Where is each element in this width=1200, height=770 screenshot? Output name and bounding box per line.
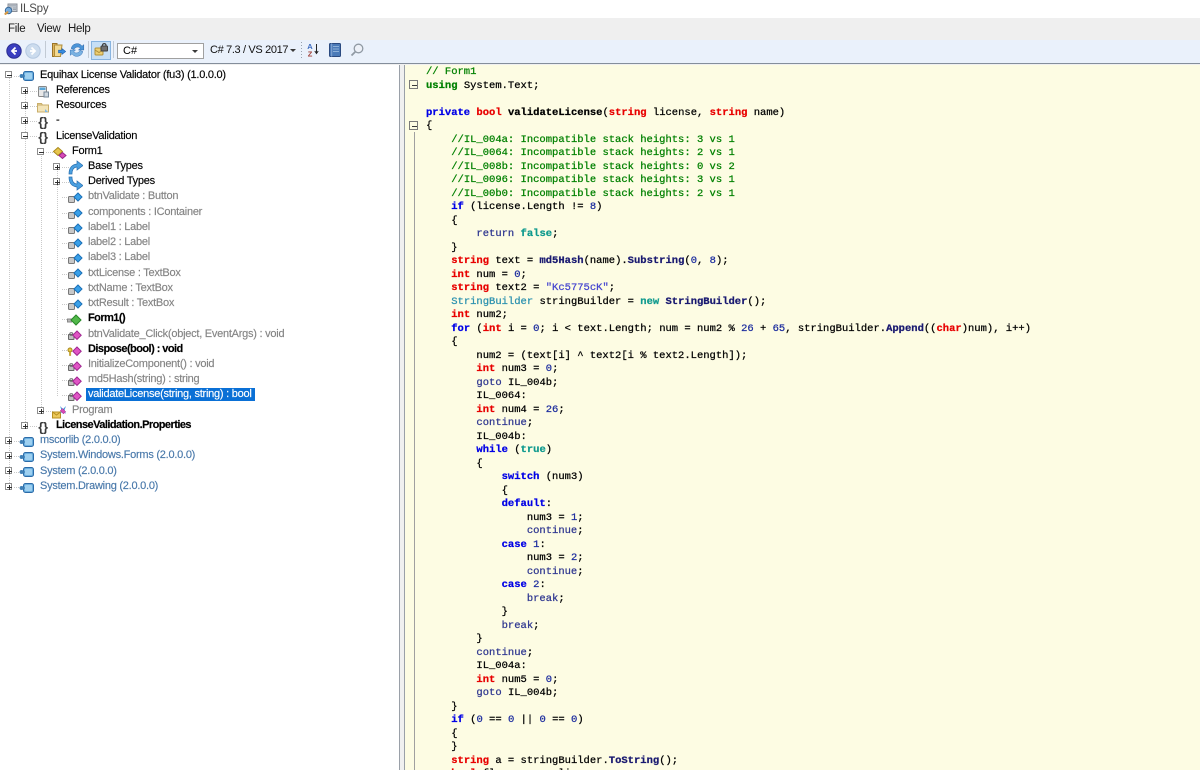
svg-text:Z: Z (308, 50, 313, 59)
svg-text:{}: {} (38, 419, 48, 434)
svg-text:{}: {} (38, 115, 48, 130)
svg-text:{}: {} (38, 130, 48, 145)
